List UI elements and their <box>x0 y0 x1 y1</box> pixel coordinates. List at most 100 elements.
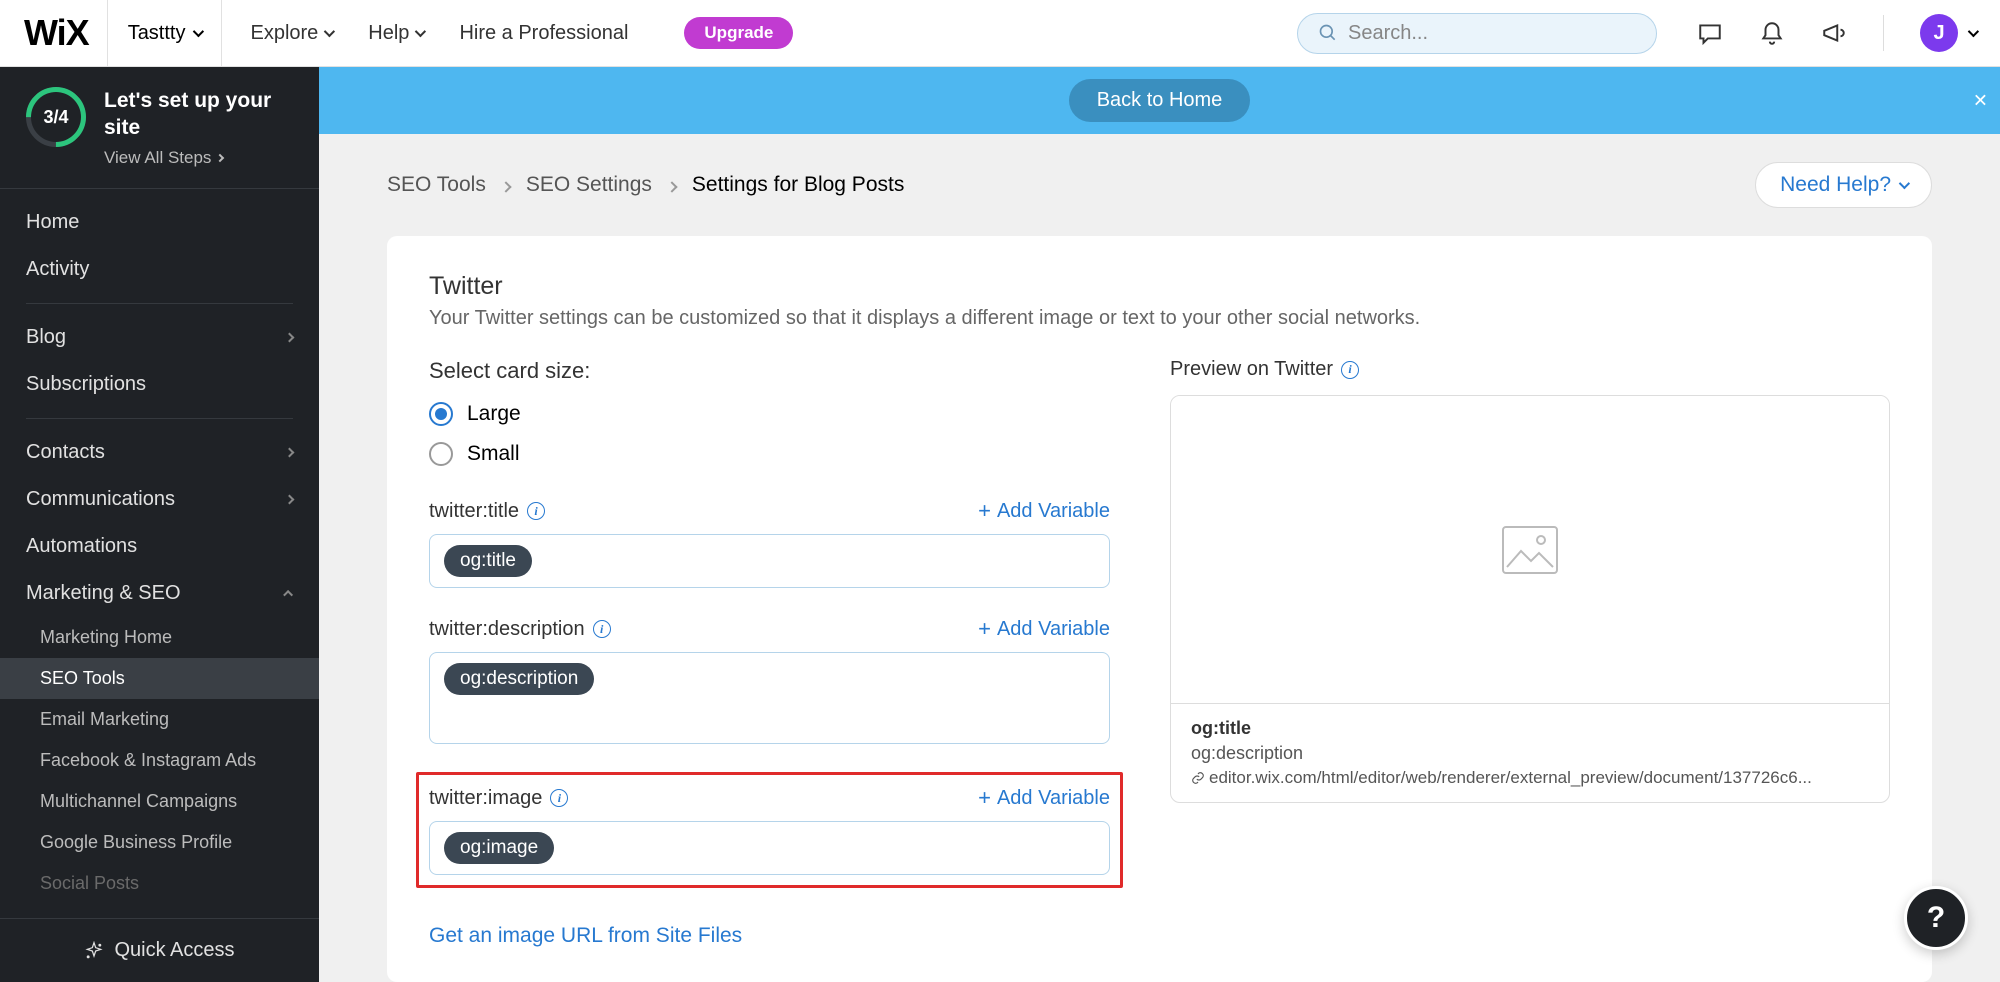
nav-explore[interactable]: Explore <box>250 22 332 45</box>
wix-logo[interactable]: WiX <box>24 12 89 54</box>
plus-icon: + <box>978 616 991 642</box>
tag-pill[interactable]: og:description <box>444 663 594 695</box>
twitter-description-input[interactable]: og:description <box>429 652 1110 744</box>
crumb-seo-tools[interactable]: SEO Tools <box>387 173 486 197</box>
crumb-seo-settings[interactable]: SEO Settings <box>526 173 652 197</box>
nav-hire[interactable]: Hire a Professional <box>459 22 628 45</box>
field-label: twitter:description i <box>429 618 611 641</box>
back-to-home-button[interactable]: Back to Home <box>1069 79 1251 122</box>
info-icon[interactable]: i <box>1341 361 1359 379</box>
chevron-right-icon <box>285 447 295 457</box>
need-help-label: Need Help? <box>1780 173 1891 197</box>
sidebar-sub-fb-ig-ads[interactable]: Facebook & Instagram Ads <box>0 740 319 781</box>
sidebar-sub-marketing-home[interactable]: Marketing Home <box>0 617 319 658</box>
twitter-image-input[interactable]: og:image <box>429 821 1110 875</box>
chevron-down-icon <box>1899 178 1910 189</box>
view-all-steps[interactable]: View All Steps <box>104 148 293 168</box>
megaphone-icon[interactable] <box>1821 20 1847 46</box>
sidebar-item-marketing-seo[interactable]: Marketing & SEO <box>0 570 319 617</box>
crumb-blog-posts: Settings for Blog Posts <box>692 173 904 197</box>
sidebar-sub-multichannel[interactable]: Multichannel Campaigns <box>0 781 319 822</box>
radio-small[interactable]: Small <box>429 442 1110 466</box>
sidebar-item-automations[interactable]: Automations <box>0 523 319 570</box>
sidebar-item-activity[interactable]: Activity <box>0 246 319 293</box>
field-twitter-description: twitter:description i + Add Variable og:… <box>429 616 1110 744</box>
field-label: twitter:image i <box>429 787 568 810</box>
search-placeholder: Search... <box>1348 22 1428 45</box>
chevron-down-icon <box>1968 26 1979 37</box>
need-help-button[interactable]: Need Help? <box>1755 162 1932 208</box>
preview-label-text: Preview on Twitter <box>1170 358 1333 381</box>
info-icon[interactable]: i <box>527 502 545 520</box>
sidebar-item-label: Contacts <box>26 441 105 464</box>
chat-icon[interactable] <box>1697 20 1723 46</box>
view-steps-label: View All Steps <box>104 148 211 168</box>
top-navbar: WiX Tasttty Explore Help Hire a Professi… <box>0 0 2000 67</box>
chevron-down-icon <box>193 26 204 37</box>
sidebar-item-label: Automations <box>26 535 137 558</box>
divider <box>1883 15 1884 51</box>
radio-large[interactable]: Large <box>429 402 1110 426</box>
sidebar-item-label: Marketing & SEO <box>26 582 181 605</box>
avatar: J <box>1920 14 1958 52</box>
sidebar-item-contacts[interactable]: Contacts <box>0 429 319 476</box>
sidebar-item-label: Activity <box>26 258 89 281</box>
card-size-radio-group: Large Small <box>429 402 1110 466</box>
sidebar-item-communications[interactable]: Communications <box>0 476 319 523</box>
radio-small-label: Small <box>467 442 520 466</box>
sidebar-sub-seo-tools[interactable]: SEO Tools <box>0 658 319 699</box>
sidebar-sub-social-posts[interactable]: Social Posts <box>0 863 319 904</box>
preview-label: Preview on Twitter i <box>1170 358 1890 381</box>
sidebar-item-blog[interactable]: Blog <box>0 314 319 361</box>
info-icon[interactable]: i <box>593 620 611 638</box>
content-header: SEO Tools SEO Settings Settings for Blog… <box>319 134 2000 236</box>
help-fab[interactable]: ? <box>1904 886 1968 950</box>
nav-hire-label: Hire a Professional <box>459 22 628 45</box>
preview-meta: og:title og:description editor.wix.com/h… <box>1171 704 1889 802</box>
add-variable-button[interactable]: + Add Variable <box>978 616 1110 642</box>
site-selector[interactable]: Tasttty <box>107 0 223 66</box>
nav-help[interactable]: Help <box>368 22 423 45</box>
user-menu[interactable]: J <box>1920 14 1976 52</box>
add-variable-button[interactable]: + Add Variable <box>978 498 1110 524</box>
info-icon[interactable]: i <box>550 789 568 807</box>
chevron-down-icon <box>415 26 426 37</box>
sidebar-sub-email-marketing[interactable]: Email Marketing <box>0 699 319 740</box>
tag-pill[interactable]: og:title <box>444 545 532 577</box>
preview-title: og:title <box>1191 718 1869 739</box>
plus-icon: + <box>978 785 991 811</box>
plus-icon: + <box>978 498 991 524</box>
search-input[interactable]: Search... <box>1297 13 1657 54</box>
upgrade-button[interactable]: Upgrade <box>684 17 793 49</box>
add-variable-button[interactable]: + Add Variable <box>978 785 1110 811</box>
sidebar-item-label: Subscriptions <box>26 373 146 396</box>
progress-text: 3/4 <box>26 87 86 147</box>
image-icon <box>1501 525 1559 575</box>
radio-unchecked-icon <box>429 442 453 466</box>
content-card: Twitter Your Twitter settings can be cus… <box>387 236 1932 982</box>
section-title: Twitter <box>429 272 1890 301</box>
sidebar-item-home[interactable]: Home <box>0 199 319 246</box>
section-desc: Your Twitter settings can be customized … <box>429 307 1890 330</box>
sidebar-item-label: Home <box>26 211 79 234</box>
get-image-url-link[interactable]: Get an image URL from Site Files <box>429 924 742 948</box>
twitter-title-input[interactable]: og:title <box>429 534 1110 588</box>
link-icon <box>1191 771 1205 785</box>
chevron-right-icon <box>285 494 295 504</box>
card-size-label: Select card size: <box>429 358 1110 384</box>
twitter-preview-card: og:title og:description editor.wix.com/h… <box>1170 395 1890 803</box>
sidebar-item-subscriptions[interactable]: Subscriptions <box>0 361 319 408</box>
add-variable-label: Add Variable <box>997 618 1110 641</box>
search-icon <box>1318 23 1338 43</box>
sidebar-sub-google-business[interactable]: Google Business Profile <box>0 822 319 863</box>
sidebar: 3/4 Let's set up your site View All Step… <box>0 67 319 982</box>
bell-icon[interactable] <box>1759 20 1785 46</box>
banner-close-button[interactable]: ✕ <box>1973 90 1988 111</box>
chevron-right-icon <box>285 332 295 342</box>
tag-pill[interactable]: og:image <box>444 832 554 864</box>
setup-title: Let's set up your site <box>104 87 293 142</box>
main-content: Back to Home ✕ SEO Tools SEO Settings Se… <box>319 67 2000 982</box>
quick-access[interactable]: Quick Access <box>0 918 319 982</box>
setup-card: 3/4 Let's set up your site View All Step… <box>0 67 319 189</box>
progress-ring: 3/4 <box>26 87 86 147</box>
